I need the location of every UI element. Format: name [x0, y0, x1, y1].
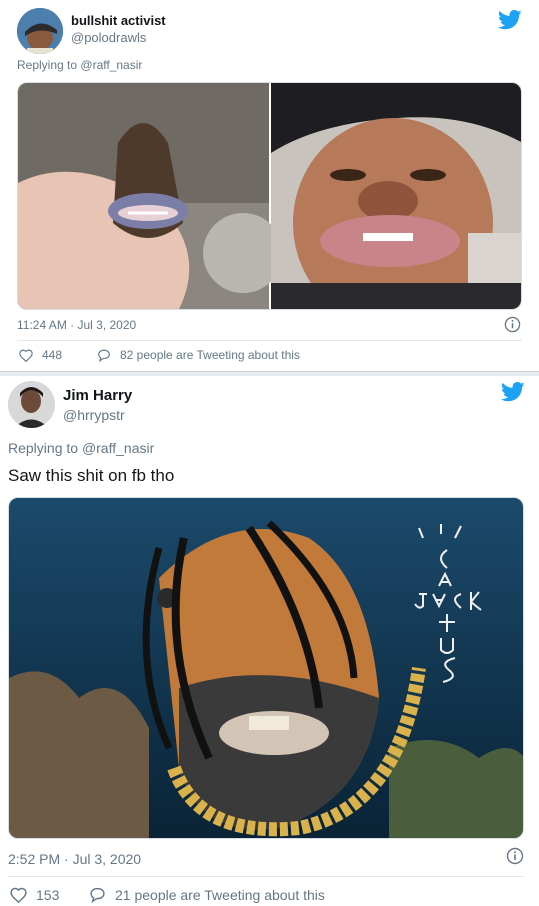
- avatar[interactable]: [8, 381, 55, 428]
- media-image: [9, 498, 523, 838]
- like-button[interactable]: 448: [19, 348, 62, 362]
- heart-icon: [19, 349, 33, 362]
- tweeting-about-link[interactable]: 21 people are Tweeting about this: [89, 887, 325, 903]
- user-handle[interactable]: @polodrawls: [71, 30, 146, 45]
- info-icon[interactable]: [504, 316, 521, 333]
- like-count: 448: [42, 348, 63, 362]
- tweeting-about-text: 21 people are Tweeting about this: [115, 887, 325, 903]
- like-count: 153: [36, 887, 60, 903]
- tweeting-about-link[interactable]: 82 people are Tweeting about this: [97, 348, 300, 362]
- tweet-timestamp[interactable]: 2:52 PM · Jul 3, 2020: [8, 851, 141, 867]
- reply-prefix: Replying to: [17, 58, 78, 72]
- reply-to-link[interactable]: @raff_nasir: [80, 58, 142, 72]
- reply-to-link[interactable]: @raff_nasir: [82, 440, 154, 456]
- tweet-timestamp[interactable]: 11:24 AM · Jul 3, 2020: [17, 318, 136, 332]
- speech-bubble-icon: [98, 349, 110, 362]
- speech-bubble-icon: [90, 887, 105, 903]
- replying-to-line: Replying to @raff_nasir: [17, 58, 142, 72]
- tweet-text: Saw this shit on fb tho: [8, 466, 175, 485]
- tweet-card[interactable]: bullshit activist @polodrawls Replying t…: [0, 0, 539, 372]
- like-button[interactable]: 153: [10, 887, 59, 903]
- replying-to-line: Replying to @raff_nasir: [8, 440, 154, 456]
- media-image: [18, 83, 521, 309]
- display-name[interactable]: bullshit activist: [71, 13, 166, 28]
- info-icon[interactable]: [506, 847, 524, 865]
- tweet-card[interactable]: Jim Harry @hrrypstr Replying to @raff_na…: [0, 376, 539, 906]
- tweet-media[interactable]: [17, 82, 522, 310]
- display-name[interactable]: Jim Harry: [63, 387, 132, 404]
- user-handle[interactable]: @hrrypstr: [63, 407, 125, 423]
- divider: [17, 340, 522, 341]
- twitter-bird-icon[interactable]: [501, 382, 525, 402]
- heart-icon: [10, 887, 27, 903]
- divider: [8, 876, 524, 877]
- tweeting-about-text: 82 people are Tweeting about this: [120, 348, 300, 362]
- avatar[interactable]: [17, 8, 63, 54]
- tweet-media[interactable]: [8, 497, 524, 839]
- twitter-bird-icon[interactable]: [498, 10, 522, 30]
- reply-prefix: Replying to: [8, 440, 79, 456]
